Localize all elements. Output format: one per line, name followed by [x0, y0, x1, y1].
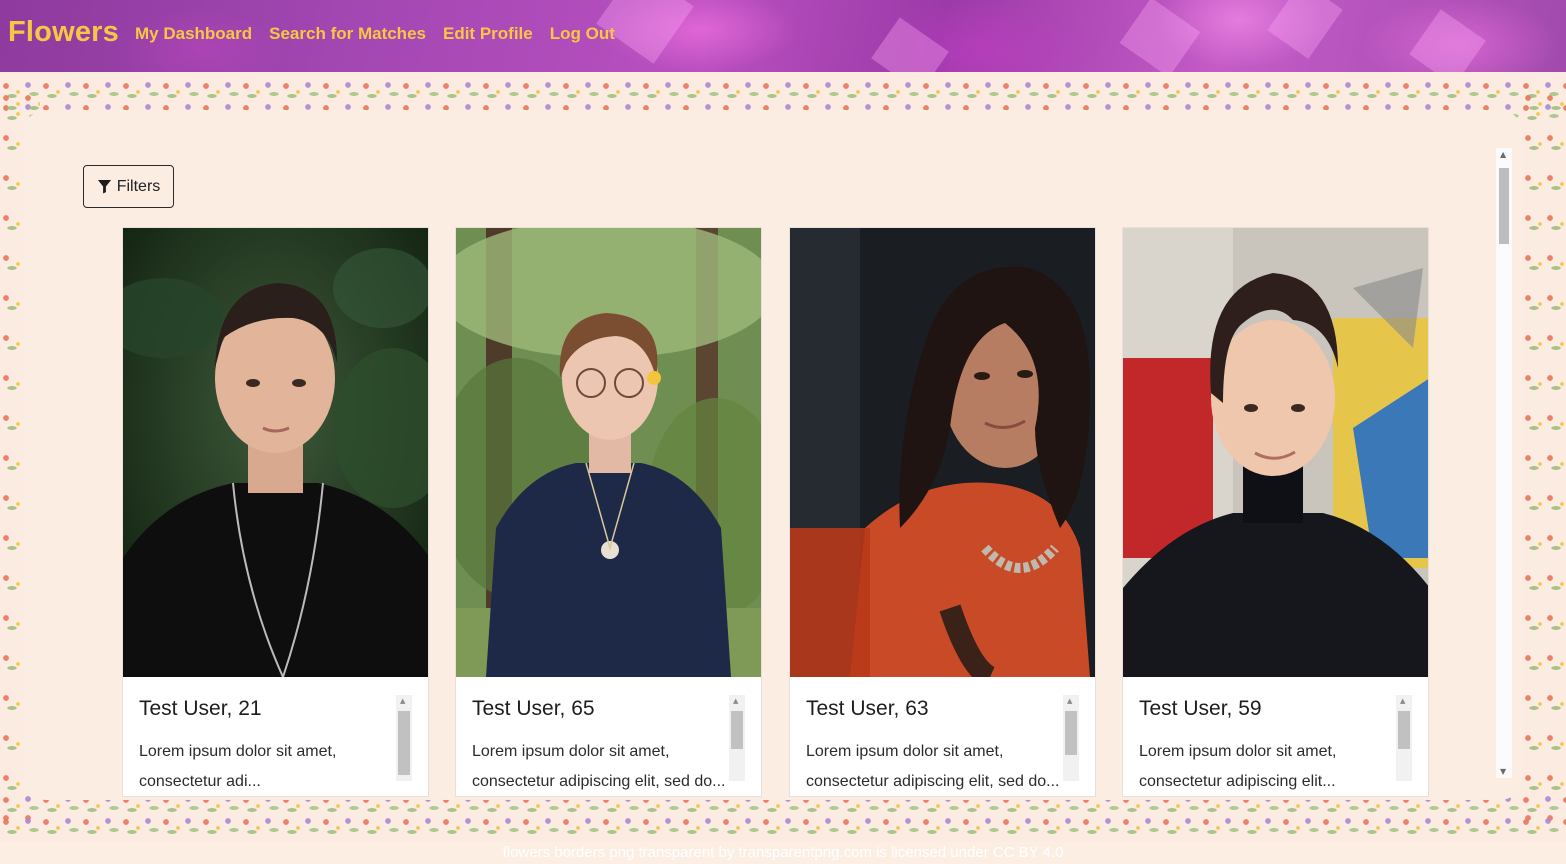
profile-bio: Lorem ipsum dolor sit amet, consectetur … — [1139, 743, 1337, 790]
scroll-up-icon[interactable]: ▲ — [400, 697, 405, 705]
bio-scrollbar[interactable]: ▲ — [1063, 695, 1079, 781]
filters-button[interactable]: Filters — [83, 165, 174, 208]
scrollbar-thumb[interactable] — [1398, 711, 1410, 749]
scrollbar-thumb[interactable] — [398, 711, 410, 775]
results-scrollbar[interactable]: ▲ ▼ — [1496, 148, 1512, 778]
navbar-decoration — [1409, 9, 1486, 72]
profile-name-age: Test User, 65 — [472, 697, 595, 720]
nav-link-search-matches[interactable]: Search for Matches — [269, 24, 426, 44]
scroll-up-icon[interactable]: ▲ — [1400, 697, 1405, 705]
image-credit: flowers borders png transparent by trans… — [502, 844, 1064, 861]
profile-card[interactable]: Test User, 65 Lorem ipsum dolor sit amet… — [455, 227, 762, 797]
nav-links: My Dashboard Search for Matches Edit Pro… — [135, 24, 615, 44]
profile-photo[interactable] — [123, 228, 428, 677]
scroll-up-icon[interactable]: ▲ — [1500, 150, 1506, 159]
profile-photo[interactable] — [456, 228, 761, 677]
profile-name-age: Test User, 63 — [806, 697, 929, 720]
navbar: Flowers My Dashboard Search for Matches … — [0, 0, 1566, 72]
profile-card-body: Test User, 65 Lorem ipsum dolor sit amet… — [456, 677, 761, 796]
profile-name-age: Test User, 21 — [139, 697, 262, 720]
navbar-decoration — [871, 17, 949, 72]
bio-scrollbar[interactable]: ▲ — [729, 695, 745, 781]
scroll-up-icon[interactable]: ▲ — [1067, 697, 1072, 705]
brand-logo[interactable]: Flowers — [8, 16, 119, 49]
navbar-decoration — [1267, 0, 1343, 59]
profile-card-body: Test User, 59 Lorem ipsum dolor sit amet… — [1123, 677, 1428, 796]
nav-link-edit-profile[interactable]: Edit Profile — [443, 24, 533, 44]
profile-bio: Lorem ipsum dolor sit amet, consectetur … — [139, 743, 337, 790]
scrollbar-thumb[interactable] — [731, 711, 743, 749]
profile-card-body: Test User, 63 Lorem ipsum dolor sit amet… — [790, 677, 1095, 796]
profile-card[interactable]: Test User, 21 Lorem ipsum dolor sit amet… — [122, 227, 429, 797]
navbar-decoration — [1119, 0, 1201, 72]
scroll-up-icon[interactable]: ▲ — [733, 697, 738, 705]
floral-border-right — [1522, 92, 1566, 822]
profile-photo[interactable] — [1123, 228, 1428, 677]
floral-border-bottom — [0, 794, 1566, 838]
nav-link-dashboard[interactable]: My Dashboard — [135, 24, 252, 44]
profile-photo[interactable] — [790, 228, 1095, 677]
profile-name-age: Test User, 59 — [1139, 697, 1262, 720]
profile-card-body: Test User, 21 Lorem ipsum dolor sit amet… — [123, 677, 428, 796]
bio-scrollbar[interactable]: ▲ — [396, 695, 412, 781]
results-panel: Filters Test User, 21 Lorem ipsum dolor … — [24, 110, 1522, 800]
floral-frame: Filters Test User, 21 Lorem ipsum dolor … — [0, 72, 1566, 842]
filters-button-label: Filters — [116, 177, 161, 195]
profile-card[interactable]: Test User, 59 Lorem ipsum dolor sit amet… — [1122, 227, 1429, 797]
profile-card[interactable]: Test User, 63 Lorem ipsum dolor sit amet… — [789, 227, 1096, 797]
nav-link-log-out[interactable]: Log Out — [550, 24, 615, 44]
scrollbar-thumb[interactable] — [1499, 168, 1509, 244]
scroll-down-icon[interactable]: ▼ — [1500, 767, 1506, 776]
profile-bio: Lorem ipsum dolor sit amet, consectetur … — [806, 743, 1060, 790]
scrollbar-thumb[interactable] — [1065, 711, 1077, 755]
filter-funnel-icon — [97, 179, 111, 194]
profile-bio: Lorem ipsum dolor sit amet, consectetur … — [472, 743, 726, 790]
bio-scrollbar[interactable]: ▲ — [1396, 695, 1412, 781]
